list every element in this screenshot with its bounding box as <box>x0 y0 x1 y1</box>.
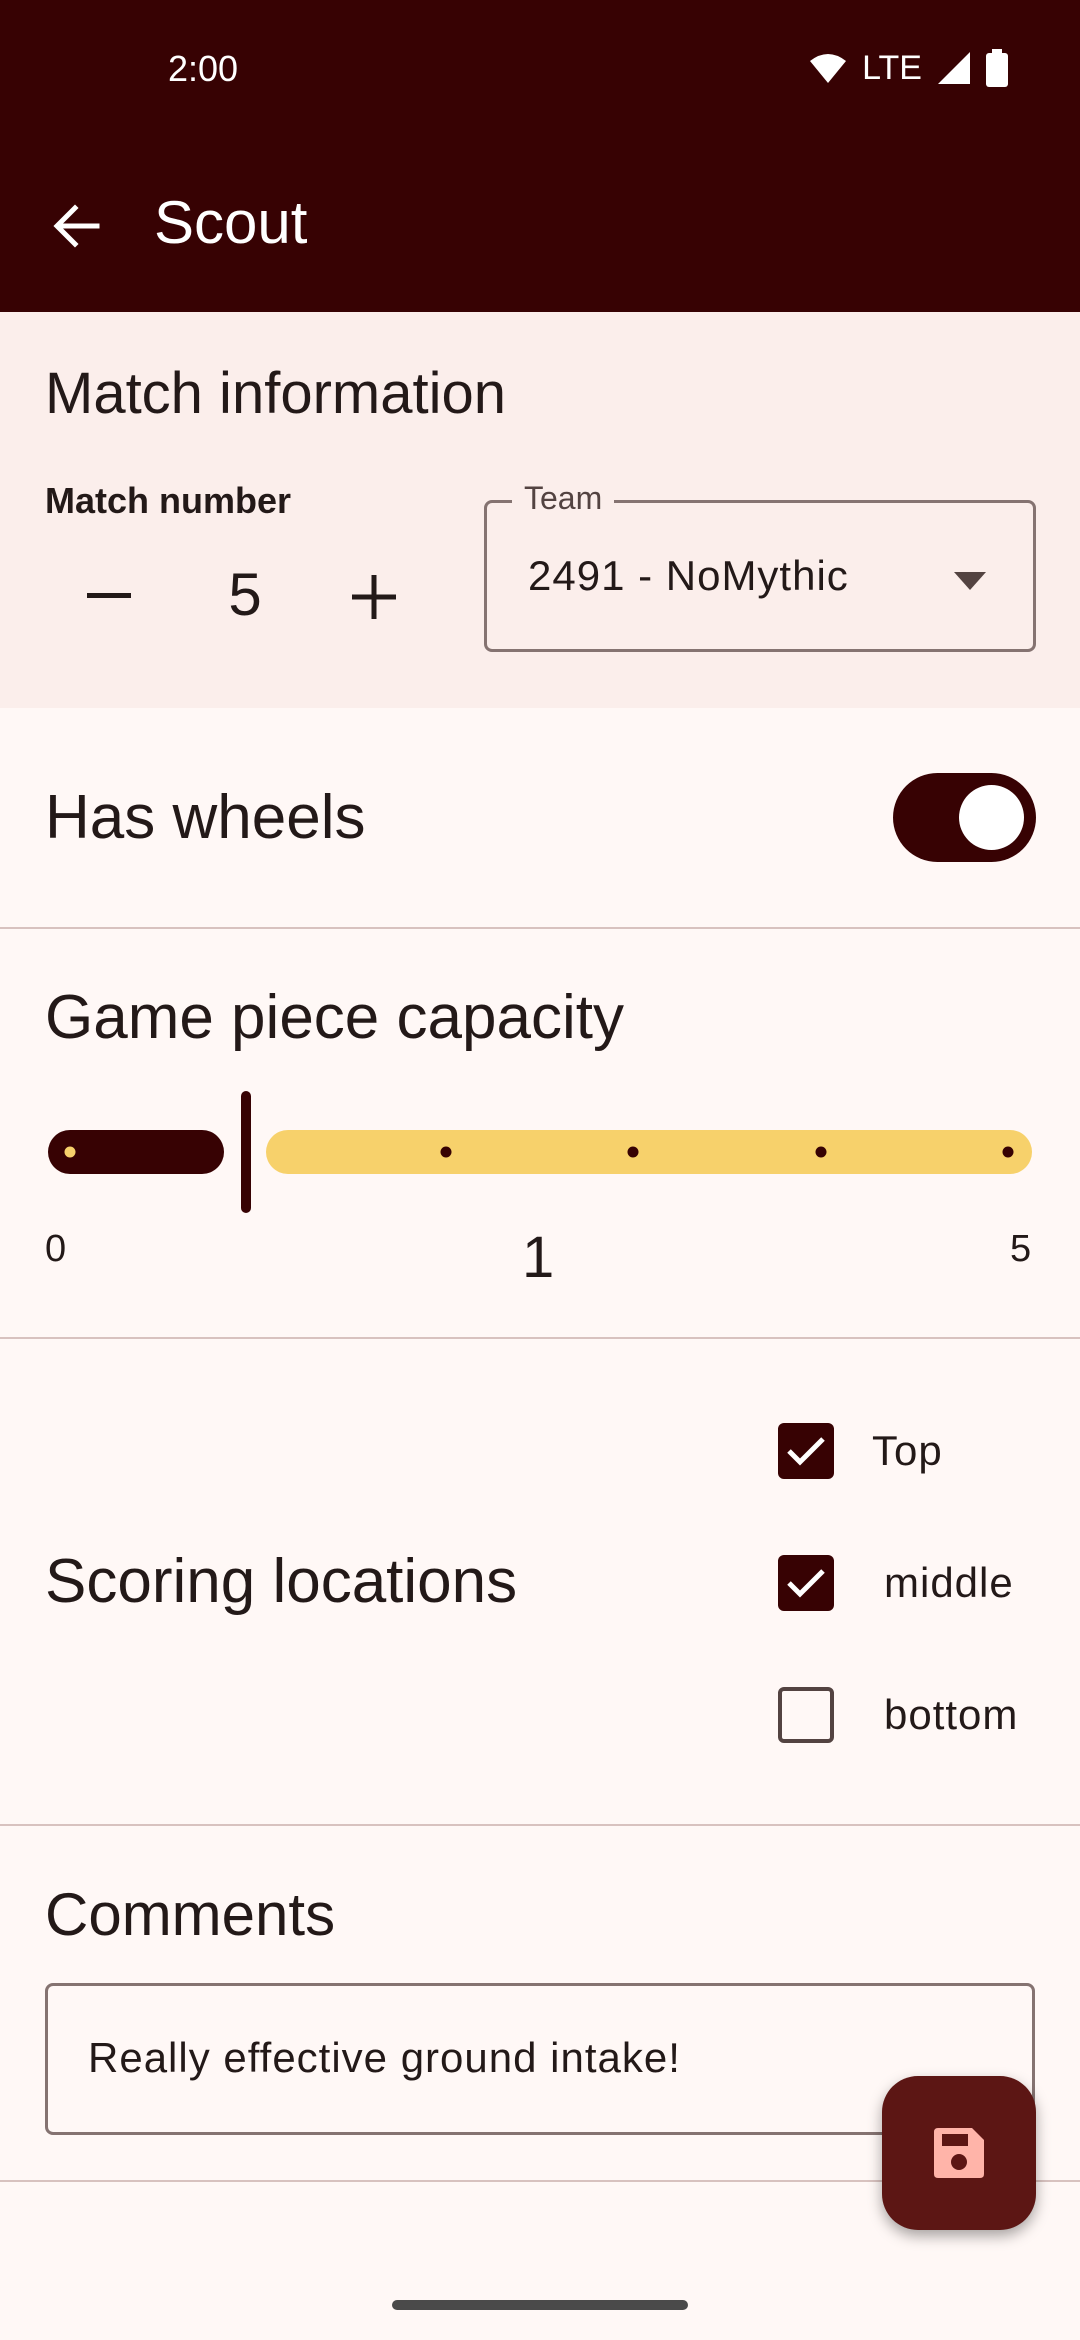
has-wheels-label: Has wheels <box>45 783 366 852</box>
checkbox-middle[interactable] <box>778 1555 834 1611</box>
arrow-back-icon <box>53 204 100 248</box>
slider-inactive-track <box>266 1130 1032 1174</box>
checkbox-top[interactable] <box>778 1423 834 1479</box>
capacity-slider[interactable] <box>48 1086 1032 1216</box>
capacity-value-label: 1 <box>522 1225 555 1290</box>
slider-stop-0 <box>64 1146 76 1158</box>
scoring-locations-label: Scoring locations <box>45 1547 518 1616</box>
save-icon <box>934 2128 984 2178</box>
app-title: Scout <box>154 189 308 256</box>
has-wheels-switch[interactable] <box>893 773 1036 862</box>
checkbox-row-top[interactable]: Top <box>778 1421 943 1481</box>
slider-stop-5 <box>1002 1146 1014 1158</box>
switch-thumb <box>959 785 1024 850</box>
check-icon <box>787 1437 825 1466</box>
checkbox-bottom[interactable] <box>778 1687 834 1743</box>
status-time: 2:00 <box>168 48 239 89</box>
back-button[interactable] <box>36 186 116 266</box>
divider <box>0 1824 1080 1826</box>
plus-icon <box>352 575 396 619</box>
checkbox-label-middle: middle <box>884 1559 1014 1606</box>
team-field-label: Team <box>512 480 615 517</box>
increment-button[interactable] <box>329 552 419 642</box>
divider <box>0 1337 1080 1339</box>
capacity-label: Game piece capacity <box>45 983 624 1052</box>
comments-text: Really effective ground intake! <box>88 2034 681 2081</box>
section-title-match: Match information <box>45 361 506 426</box>
status-icons: LTE <box>808 46 1008 90</box>
slider-stop-4 <box>815 1146 827 1158</box>
slider-stop-3 <box>627 1146 639 1158</box>
match-information-section: Match information Match number 5 Team 24… <box>0 312 1080 708</box>
team-selected-value: 2491 - NoMythic <box>528 552 849 599</box>
slider-handle[interactable] <box>241 1091 251 1213</box>
checkbox-label-bottom: bottom <box>884 1691 1019 1738</box>
capacity-max-label: 5 <box>1010 1228 1032 1270</box>
network-type: LTE <box>862 48 922 87</box>
wifi-icon <box>810 54 847 83</box>
home-indicator[interactable] <box>392 2300 688 2310</box>
minus-icon <box>87 593 131 598</box>
decrement-button[interactable] <box>64 552 154 642</box>
match-number-label: Match number <box>45 480 292 521</box>
top-app-bar: 2:00 LTE Scout <box>0 0 1080 312</box>
match-number-value: 5 <box>228 561 262 628</box>
checkbox-row-middle[interactable]: middle <box>778 1553 1014 1613</box>
save-button[interactable] <box>882 2076 1036 2230</box>
comments-label: Comments <box>45 1881 336 1948</box>
battery-icon <box>986 49 1008 87</box>
dropdown-arrow-icon[interactable] <box>952 568 988 596</box>
check-icon <box>787 1569 825 1598</box>
slider-stop-2 <box>440 1146 452 1158</box>
capacity-min-label: 0 <box>45 1228 67 1270</box>
signal-icon <box>938 52 970 84</box>
checkbox-row-bottom[interactable]: bottom <box>778 1685 1018 1745</box>
checkbox-label-top: Top <box>872 1427 943 1474</box>
divider <box>0 927 1080 929</box>
